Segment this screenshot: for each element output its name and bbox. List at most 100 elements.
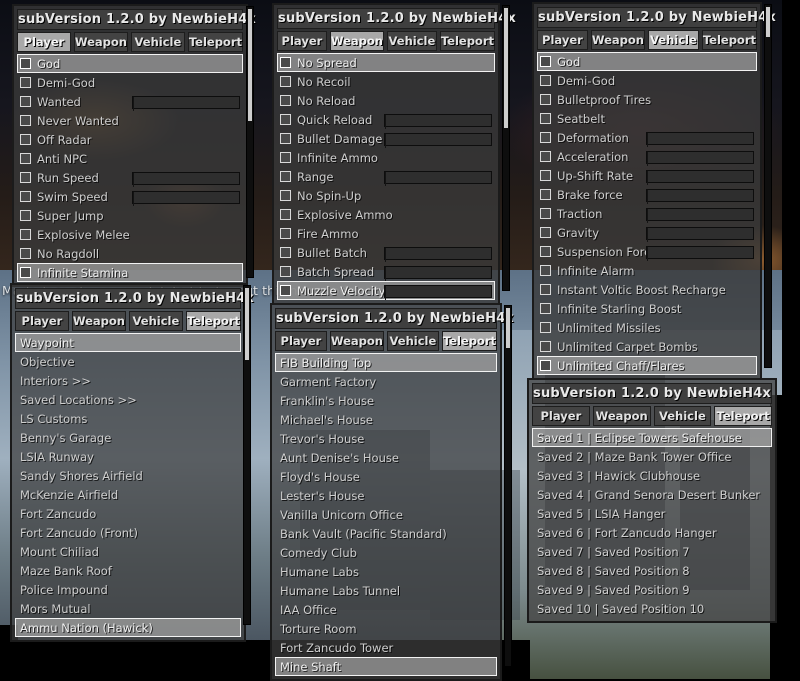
list-item[interactable]: Franklin's House	[275, 391, 497, 410]
tab-teleport[interactable]: Teleport	[439, 31, 496, 51]
option-row[interactable]: Suspension Force	[537, 242, 757, 261]
list-item[interactable]: Vanilla Unicorn Office	[275, 505, 497, 524]
list-item[interactable]: Mount Chiliad	[15, 542, 241, 561]
checkbox-icon[interactable]	[280, 76, 291, 87]
option-row[interactable]: Range	[277, 167, 495, 186]
slider-knob[interactable]	[385, 115, 386, 129]
option-row[interactable]: Anti NPC	[17, 149, 243, 168]
tab-vehicle[interactable]: Vehicle	[387, 331, 439, 351]
list-item[interactable]: Saved 3 | Hawick Clubhouse	[532, 466, 772, 485]
checkbox-icon[interactable]	[540, 265, 551, 276]
tab-vehicle[interactable]: Vehicle	[648, 30, 699, 50]
checkbox-icon[interactable]	[280, 209, 291, 220]
option-row[interactable]: Explosive Melee	[17, 225, 243, 244]
checkbox-icon[interactable]	[540, 303, 551, 314]
list-item[interactable]: Saved 5 | LSIA Hanger	[532, 504, 772, 523]
list-item[interactable]: Benny's Garage	[15, 428, 241, 447]
checkbox-icon[interactable]	[540, 189, 551, 200]
checkbox-icon[interactable]	[540, 170, 551, 181]
checkbox-icon[interactable]	[20, 267, 31, 278]
value-slider[interactable]	[384, 285, 492, 300]
option-row[interactable]: Wanted	[17, 92, 243, 111]
list-item[interactable]: Floyd's House	[275, 467, 497, 486]
option-row[interactable]: Run Speed	[17, 168, 243, 187]
value-slider[interactable]	[646, 227, 754, 242]
list-item[interactable]: Comedy Club	[275, 543, 497, 562]
scrollbar-weapon[interactable]	[502, 5, 510, 291]
scrollbar-interiors[interactable]	[504, 305, 512, 667]
scrollbar-thumb-weapon[interactable]	[504, 8, 508, 128]
value-slider[interactable]	[384, 171, 492, 186]
scrollbar-vehicle[interactable]	[764, 4, 772, 368]
list-item[interactable]: LSIA Runway	[15, 447, 241, 466]
list-item[interactable]: Ammu Nation (Hawick)	[15, 618, 241, 637]
slider-knob[interactable]	[385, 286, 386, 300]
slider-knob[interactable]	[647, 209, 648, 223]
list-item[interactable]: Objective	[15, 352, 241, 371]
tab-player[interactable]: Player	[15, 311, 69, 331]
checkbox-icon[interactable]	[280, 133, 291, 144]
option-row[interactable]: Batch Spread	[277, 262, 495, 281]
slider-knob[interactable]	[385, 172, 386, 186]
checkbox-icon[interactable]	[540, 341, 551, 352]
option-row[interactable]: No Recoil	[277, 72, 495, 91]
option-row[interactable]: Gravity	[537, 223, 757, 242]
scrollbar-thumb-vehicle[interactable]	[766, 7, 770, 37]
tab-teleport[interactable]: Teleport	[441, 331, 498, 351]
option-row[interactable]: No Spin-Up	[277, 186, 495, 205]
scrollbar-thumb-player[interactable]	[248, 9, 252, 121]
scrollbar-player[interactable]	[246, 6, 254, 278]
value-slider[interactable]	[384, 247, 492, 262]
checkbox-icon[interactable]	[540, 227, 551, 238]
option-row[interactable]: Fire Ammo	[277, 224, 495, 243]
option-row[interactable]: Brake force	[537, 185, 757, 204]
list-item[interactable]: Saved 7 | Saved Position 7	[532, 542, 772, 561]
slider-knob[interactable]	[647, 152, 648, 166]
tab-weapon[interactable]: Weapon	[71, 311, 126, 331]
list-item[interactable]: Saved 1 | Eclipse Towers Safehouse	[532, 428, 772, 447]
value-slider[interactable]	[132, 172, 240, 187]
tab-vehicle[interactable]: Vehicle	[129, 311, 183, 331]
list-item[interactable]: Saved Locations >>	[15, 390, 241, 409]
menu-panel-player[interactable]: subVersion 1.2.0 by NewbieH4x Player Weapo…	[12, 4, 256, 287]
tab-teleport[interactable]: Teleport	[187, 32, 244, 52]
list-item[interactable]: Humane Labs Tunnel	[275, 581, 497, 600]
tab-teleport[interactable]: Teleport	[185, 311, 242, 331]
value-slider[interactable]	[384, 266, 492, 281]
checkbox-icon[interactable]	[280, 190, 291, 201]
value-slider[interactable]	[132, 191, 240, 206]
checkbox-icon[interactable]	[280, 247, 291, 258]
checkbox-icon[interactable]	[280, 228, 291, 239]
checkbox-icon[interactable]	[280, 57, 291, 68]
checkbox-icon[interactable]	[540, 208, 551, 219]
checkbox-icon[interactable]	[540, 246, 551, 257]
slider-knob[interactable]	[647, 190, 648, 204]
slider-knob[interactable]	[385, 134, 386, 148]
slider-knob[interactable]	[133, 97, 134, 111]
tab-player[interactable]: Player	[537, 30, 588, 50]
list-item[interactable]: Trevor's House	[275, 429, 497, 448]
option-row[interactable]: Never Wanted	[17, 111, 243, 130]
tab-weapon[interactable]: Weapon	[329, 31, 384, 51]
option-row[interactable]: Seatbelt	[537, 109, 757, 128]
checkbox-icon[interactable]	[540, 284, 551, 295]
value-slider[interactable]	[384, 133, 492, 148]
list-item[interactable]: Saved 9 | Saved Position 9	[532, 580, 772, 599]
option-row[interactable]: Demi-God	[537, 71, 757, 90]
list-item[interactable]: Humane Labs	[275, 562, 497, 581]
option-row[interactable]: No Spread	[277, 53, 495, 72]
list-item[interactable]: FIB Building Top	[275, 353, 497, 372]
checkbox-icon[interactable]	[20, 153, 31, 164]
checkbox-icon[interactable]	[540, 151, 551, 162]
checkbox-icon[interactable]	[20, 191, 31, 202]
list-item[interactable]: McKenzie Airfield	[15, 485, 241, 504]
checkbox-icon[interactable]	[280, 114, 291, 125]
checkbox-icon[interactable]	[20, 58, 31, 69]
option-row[interactable]: Unlimited Missiles	[537, 318, 757, 337]
slider-knob[interactable]	[385, 248, 386, 262]
list-item[interactable]: Saved 10 | Saved Position 10	[532, 599, 772, 618]
scrollbar-thumb-teleport[interactable]	[245, 288, 249, 360]
option-row[interactable]: Up-Shift Rate	[537, 166, 757, 185]
checkbox-icon[interactable]	[20, 115, 31, 126]
tab-weapon[interactable]: Weapon	[329, 331, 384, 351]
